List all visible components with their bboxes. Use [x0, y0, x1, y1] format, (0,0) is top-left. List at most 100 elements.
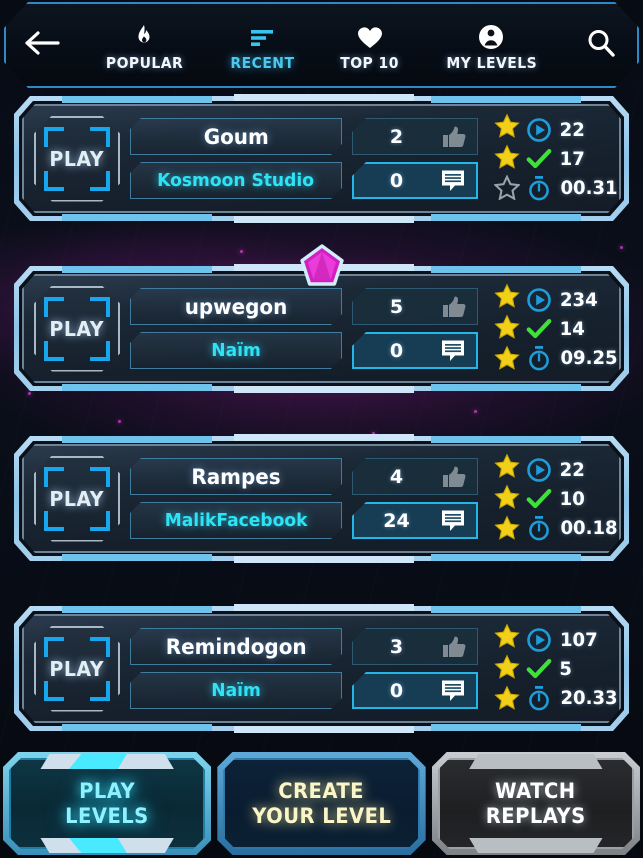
tab-label: POPULAR [105, 54, 184, 72]
level-card[interactable]: PLAY Remindogon Naïm 3 0 107 5 20.33 [14, 604, 629, 733]
thumbs-up-icon [440, 465, 468, 489]
level-card-4[interactable]: PLAY Remindogon Naïm 3 0 107 5 20.33 [0, 604, 643, 733]
level-author-field[interactable]: Naïm [130, 672, 342, 709]
tab-label: TOP 10 [340, 54, 399, 72]
deco-tab [117, 838, 174, 853]
comment-icon [439, 339, 467, 362]
bracket-icon [90, 510, 110, 531]
like-chip[interactable]: 4 [352, 458, 478, 495]
thumbs-up-icon [440, 635, 468, 659]
best-time-stat: 00.31 [526, 174, 619, 201]
star-empty-icon [493, 173, 521, 205]
bracket-icon [90, 636, 110, 657]
level-browser-screen: POPULAR RECENT TOP 10 MY LEVELS PLAY Gou… [0, 0, 643, 858]
play-button-label: PLAY [49, 146, 105, 171]
like-chip[interactable]: 5 [352, 288, 478, 325]
engagement-chips: 5 0 [352, 288, 478, 369]
level-name: Rampes [191, 464, 281, 489]
deco-tab [546, 838, 603, 853]
comment-chip[interactable]: 24 [352, 502, 478, 539]
level-author-field[interactable]: Kosmoon Studio [130, 162, 342, 199]
level-name-field: upwegon [130, 288, 342, 325]
deco-tab [546, 754, 603, 769]
tab-popular[interactable]: POPULAR [103, 18, 186, 72]
level-card[interactable]: PLAY upwegon Naïm 5 0 234 14 09.25 [14, 244, 629, 393]
back-button[interactable] [6, 4, 78, 86]
comment-chip[interactable]: 0 [352, 672, 478, 709]
watch-replays-button[interactable]: WATCH REPLAYS [432, 752, 640, 855]
completions-count: 17 [559, 147, 585, 170]
stopwatch-icon [526, 515, 552, 541]
comment-count: 24 [383, 509, 410, 532]
card-rail [431, 554, 581, 561]
best-time: 00.31 [560, 176, 618, 199]
card-rail [431, 606, 581, 613]
level-identity: Rampes MalikFacebook [130, 458, 342, 539]
card-rail [62, 436, 212, 443]
level-card-2[interactable]: PLAY upwegon Naïm 5 0 234 14 09.25 [0, 232, 643, 422]
stopwatch-icon [526, 175, 552, 201]
star-filled-icon [494, 515, 520, 545]
like-chip[interactable]: 3 [352, 628, 478, 665]
level-card[interactable]: PLAY Rampes MalikFacebook 4 24 22 10 00.… [14, 434, 629, 563]
star-filled-icon [494, 113, 520, 143]
card-rail [62, 606, 212, 613]
create-your-level-button[interactable]: CREATE YOUR LEVEL [217, 752, 425, 855]
card-rail [62, 266, 212, 273]
bracket-icon [90, 170, 110, 191]
like-count: 4 [389, 465, 404, 488]
level-card[interactable]: PLAY Goum Kosmoon Studio 2 0 22 17 00.31 [14, 94, 629, 223]
card-rail [62, 214, 212, 221]
like-count: 3 [389, 635, 404, 658]
search-button[interactable] [565, 4, 637, 86]
stat-lines: 107 5 20.33 [526, 626, 619, 711]
thumbs-up-icon [440, 125, 468, 149]
button-face: CREATE YOUR LEVEL [223, 758, 419, 849]
level-author-field[interactable]: Naïm [130, 332, 342, 369]
star-filled-icon [494, 623, 520, 653]
tab-my-levels[interactable]: MY LEVELS [443, 18, 541, 72]
star-filled-icon [494, 283, 520, 313]
card-rail [234, 726, 414, 733]
engagement-chips: 2 0 [352, 118, 478, 199]
level-card-1[interactable]: PLAY Goum Kosmoon Studio 2 0 22 17 00.31 [0, 94, 643, 223]
top-nav-bar: POPULAR RECENT TOP 10 MY LEVELS [4, 2, 639, 88]
bracket-icon [44, 466, 64, 487]
card-rail [234, 556, 414, 563]
button-face: PLAY LEVELS [9, 758, 205, 849]
best-time-stat: 09.25 [526, 344, 619, 371]
button-face: WATCH REPLAYS [438, 758, 634, 849]
person-icon [478, 24, 504, 50]
play-button[interactable]: PLAY [34, 286, 120, 372]
card-content: PLAY upwegon Naïm 5 0 234 14 09.25 [24, 276, 619, 381]
deco-tab [117, 754, 174, 769]
level-name: upwegon [184, 294, 288, 319]
comment-chip[interactable]: 0 [352, 332, 478, 369]
level-identity: Remindogon Naïm [130, 628, 342, 709]
play-levels-button[interactable]: PLAY LEVELS [3, 752, 211, 855]
completions-stat: 17 [526, 145, 619, 172]
bracket-icon [90, 126, 110, 147]
comment-count: 0 [389, 339, 404, 362]
level-stats: 22 17 00.31 [488, 113, 619, 205]
level-card-3[interactable]: PLAY Rampes MalikFacebook 4 24 22 10 00.… [0, 434, 643, 563]
play-button[interactable]: PLAY [34, 626, 120, 712]
card-rail [431, 436, 581, 443]
level-author-field[interactable]: MalikFacebook [130, 502, 342, 539]
engagement-chips: 4 24 [352, 458, 478, 539]
like-chip[interactable]: 2 [352, 118, 478, 155]
tab-recent[interactable]: RECENT [228, 18, 297, 72]
tab-top-10[interactable]: TOP 10 [338, 18, 401, 72]
star-filled-icon [494, 453, 520, 483]
play-button[interactable]: PLAY [34, 116, 120, 202]
card-rail [62, 384, 212, 391]
bracket-icon [44, 296, 64, 317]
play-circle-icon [526, 627, 552, 653]
comment-chip[interactable]: 0 [352, 162, 478, 199]
bracket-icon [90, 296, 110, 317]
plays-stat: 234 [526, 286, 619, 313]
bottom-nav-bar: PLAY LEVELS CREATE YOUR LEVEL WATCH REPL… [0, 748, 643, 858]
play-button[interactable]: PLAY [34, 456, 120, 542]
watch-replays-line2: REPLAYS [485, 803, 586, 828]
create-level-line1: CREATE [278, 778, 365, 803]
